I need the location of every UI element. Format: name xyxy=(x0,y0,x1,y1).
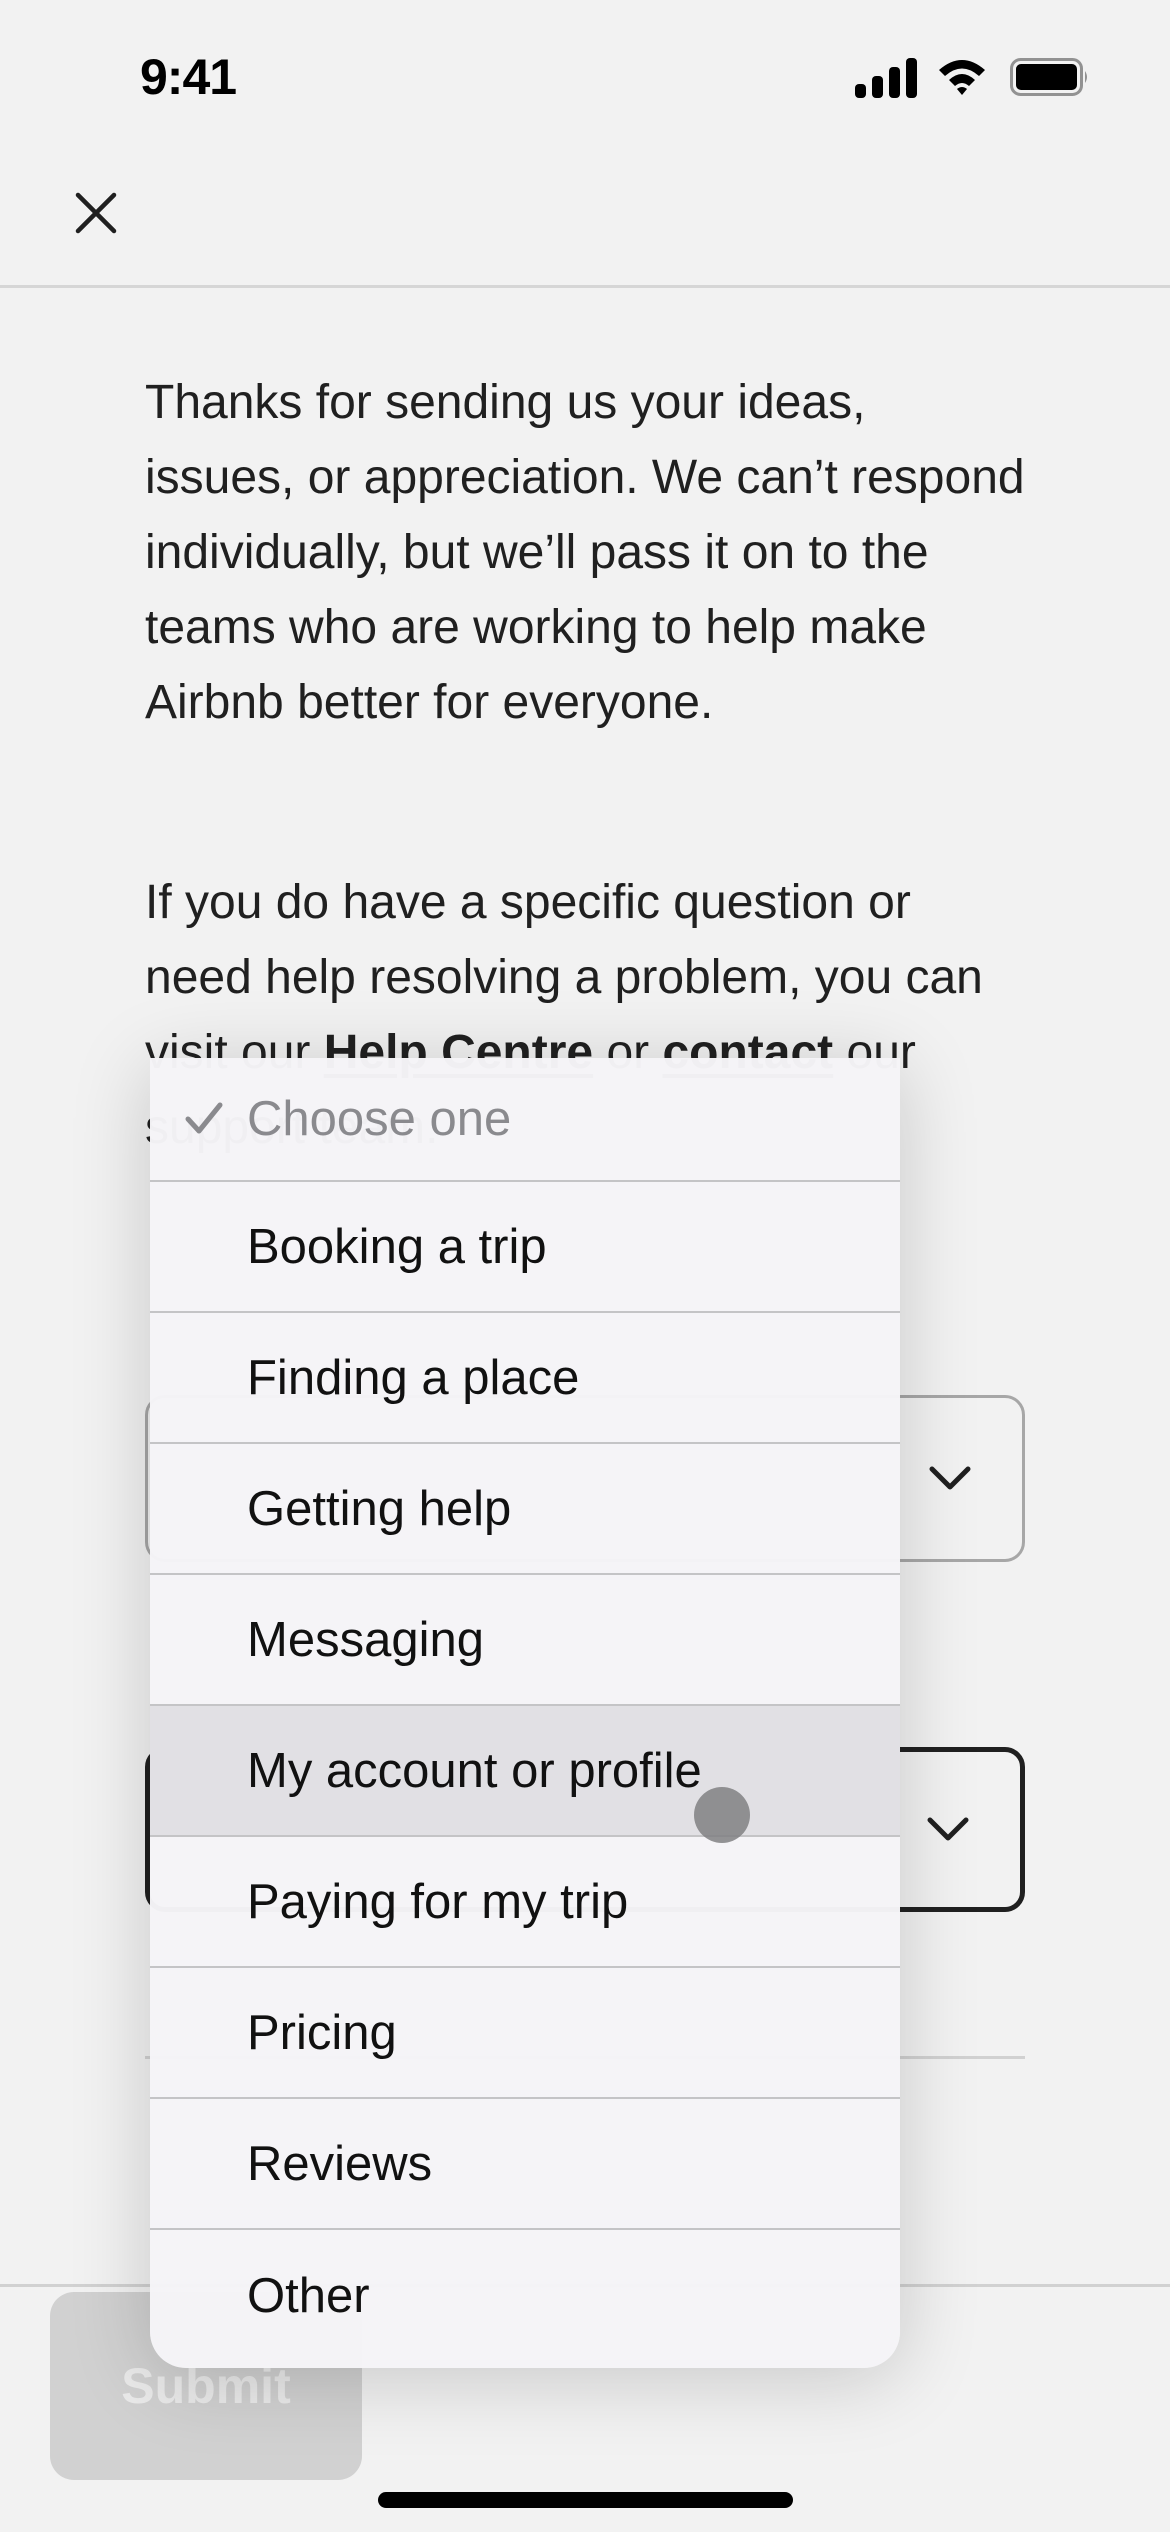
menu-option-paying-for-my-trip[interactable]: Paying for my trip xyxy=(150,1837,900,1968)
menu-option-label: Getting help xyxy=(247,1481,512,1536)
home-indicator[interactable] xyxy=(378,2492,793,2508)
menu-option-label: Other xyxy=(247,2268,370,2323)
menu-option-label: Reviews xyxy=(247,2136,433,2191)
menu-option-pricing[interactable]: Pricing xyxy=(150,1968,900,2099)
menu-option-choose-one[interactable]: Choose one xyxy=(150,1058,900,1182)
menu-option-other[interactable]: Other xyxy=(150,2230,900,2361)
menu-option-label: Choose one xyxy=(247,1092,512,1146)
menu-option-label: Paying for my trip xyxy=(247,1874,629,1929)
menu-option-getting-help[interactable]: Getting help xyxy=(150,1444,900,1575)
menu-option-label: Pricing xyxy=(247,2005,397,2060)
menu-option-messaging[interactable]: Messaging xyxy=(150,1575,900,1706)
menu-option-label: My account or profile xyxy=(247,1743,702,1798)
menu-option-label: Finding a place xyxy=(247,1350,580,1405)
touch-indicator xyxy=(694,1787,750,1843)
menu-option-my-account-or-profile[interactable]: My account or profile xyxy=(150,1706,900,1837)
menu-option-finding-a-place[interactable]: Finding a place xyxy=(150,1313,900,1444)
menu-option-booking-a-trip[interactable]: Booking a trip xyxy=(150,1182,900,1313)
menu-option-reviews[interactable]: Reviews xyxy=(150,2099,900,2230)
menu-option-label: Messaging xyxy=(247,1612,484,1667)
dropdown-menu: Choose one Booking a trip Finding a plac… xyxy=(150,1058,900,2368)
checkmark-icon xyxy=(185,1102,223,1134)
menu-option-label: Booking a trip xyxy=(247,1219,547,1274)
